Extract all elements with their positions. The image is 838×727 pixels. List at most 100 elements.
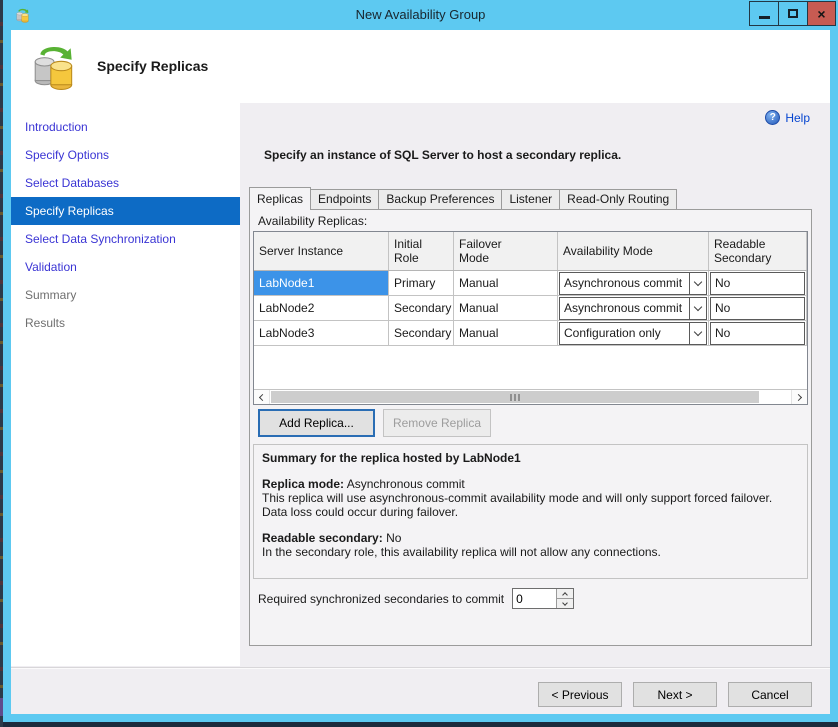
readable-secondary-dropdown[interactable]: No	[710, 272, 805, 295]
readable-secondary-dropdown[interactable]: No	[710, 297, 805, 320]
availability-group-icon	[30, 37, 80, 95]
cell-failover-mode[interactable]: Manual	[454, 271, 558, 295]
sidebar-item-select-databases[interactable]: Select Databases	[11, 169, 240, 197]
replica-mode-label: Replica mode:	[262, 477, 344, 491]
chevron-right-icon	[795, 393, 802, 400]
wizard-steps-sidebar: Introduction Specify Options Select Data…	[11, 103, 240, 666]
chevron-down-icon	[689, 273, 706, 294]
table-row: LabNode3 Secondary Manual Configuration …	[254, 321, 807, 346]
replica-mode-description: This replica will use asynchronous-commi…	[262, 491, 799, 519]
sidebar-item-specify-replicas[interactable]: Specify Replicas	[11, 197, 240, 225]
spinner-up-button[interactable]	[557, 589, 573, 599]
scrollbar-thumb[interactable]	[271, 391, 759, 403]
cell-availability-mode: Configuration only	[558, 321, 709, 345]
footer-buttons: < Previous Next > Cancel	[538, 682, 812, 707]
tab-listener[interactable]: Listener	[501, 189, 560, 209]
close-button[interactable]: ×	[807, 1, 836, 26]
titlebar: New Availability Group ×	[3, 0, 838, 30]
minimize-icon	[759, 16, 770, 19]
instruction-text: Specify an instance of SQL Server to hos…	[264, 148, 621, 162]
column-header-readable-secondary[interactable]: Readable Secondary	[709, 232, 807, 270]
cell-availability-mode: Asynchronous commit	[558, 271, 709, 295]
spinner-down-button[interactable]	[557, 599, 573, 608]
chevron-up-icon	[562, 592, 568, 598]
footer: < Previous Next > Cancel	[11, 667, 830, 714]
readable-secondary-dropdown[interactable]: No	[710, 322, 805, 345]
readable-secondary-value: No	[386, 531, 401, 545]
tabstrip: Replicas Endpoints Backup Preferences Li…	[249, 186, 676, 209]
cell-server-instance[interactable]: LabNode2	[254, 296, 389, 320]
availability-mode-dropdown[interactable]: Asynchronous commit	[559, 272, 707, 295]
help-icon: ?	[765, 110, 780, 125]
remove-replica-button: Remove Replica	[383, 409, 491, 437]
cell-server-instance[interactable]: LabNode1	[254, 271, 389, 295]
table-row: LabNode2 Secondary Manual Asynchronous c…	[254, 296, 807, 321]
cell-failover-mode[interactable]: Manual	[454, 296, 558, 320]
column-header-failover-mode[interactable]: Failover Mode	[454, 232, 558, 270]
cell-readable-secondary: No	[709, 296, 807, 320]
replica-buttons-row: Add Replica... Remove Replica	[258, 409, 491, 437]
chevron-left-icon	[259, 393, 266, 400]
tab-backup-preferences[interactable]: Backup Preferences	[378, 189, 502, 209]
cell-initial-role[interactable]: Secondary	[389, 296, 454, 320]
sidebar-item-results: Results	[11, 309, 240, 337]
banner: Specify Replicas	[11, 30, 830, 103]
quorum-row: Required synchronized secondaries to com…	[258, 588, 574, 609]
readable-secondary-line: Readable secondary: No	[262, 531, 799, 545]
sidebar-item-select-data-synchronization[interactable]: Select Data Synchronization	[11, 225, 240, 253]
maximize-button[interactable]	[778, 1, 808, 26]
replica-mode-line: Replica mode: Asynchronous commit	[262, 477, 799, 491]
help-link[interactable]: ? Help	[765, 110, 810, 125]
chevron-down-icon	[689, 298, 706, 319]
add-replica-button[interactable]: Add Replica...	[258, 409, 375, 437]
window-controls: ×	[750, 1, 836, 26]
previous-button[interactable]: < Previous	[538, 682, 622, 707]
cell-initial-role[interactable]: Primary	[389, 271, 454, 295]
window-title: New Availability Group	[3, 0, 838, 30]
sidebar-item-introduction[interactable]: Introduction	[11, 113, 240, 141]
horizontal-scrollbar[interactable]	[254, 389, 807, 404]
chevron-down-icon	[562, 600, 568, 606]
scroll-right-button[interactable]	[791, 390, 807, 404]
chevron-down-icon	[689, 323, 706, 344]
tab-replicas[interactable]: Replicas	[249, 187, 311, 210]
grid-label: Availability Replicas:	[258, 214, 367, 228]
summary-title: Summary for the replica hosted by LabNod…	[262, 451, 799, 465]
screen: New Availability Group × Specify	[0, 0, 838, 727]
readable-secondary-label: Readable secondary:	[262, 531, 383, 545]
cancel-button[interactable]: Cancel	[728, 682, 812, 707]
cell-readable-secondary: No	[709, 321, 807, 345]
sidebar-item-summary: Summary	[11, 281, 240, 309]
page-title: Specify Replicas	[97, 58, 208, 74]
close-icon: ×	[817, 7, 825, 21]
next-button[interactable]: Next >	[633, 682, 717, 707]
sidebar-item-validation[interactable]: Validation	[11, 253, 240, 281]
column-header-initial-role[interactable]: Initial Role	[389, 232, 454, 270]
scroll-left-button[interactable]	[254, 390, 270, 404]
window-body: Specify Replicas Introduction Specify Op…	[11, 30, 830, 714]
minimize-button[interactable]	[749, 1, 779, 26]
maximize-icon	[788, 9, 798, 18]
grid-header-row: Server Instance Initial Role Failover Mo…	[254, 232, 807, 271]
content-panel: ? Help Specify an instance of SQL Server…	[240, 103, 830, 666]
quorum-input[interactable]	[513, 589, 556, 608]
readable-secondary-description: In the secondary role, this availability…	[262, 545, 799, 559]
sidebar-item-specify-options[interactable]: Specify Options	[11, 141, 240, 169]
wizard-window: New Availability Group × Specify	[3, 0, 838, 722]
cell-failover-mode[interactable]: Manual	[454, 321, 558, 345]
column-header-server-instance[interactable]: Server Instance	[254, 232, 389, 270]
availability-mode-dropdown[interactable]: Asynchronous commit	[559, 297, 707, 320]
grid-empty-area	[254, 346, 807, 391]
quorum-spinner	[512, 588, 574, 609]
availability-mode-dropdown[interactable]: Configuration only	[559, 322, 707, 345]
quorum-label: Required synchronized secondaries to com…	[258, 592, 504, 606]
cell-readable-secondary: No	[709, 271, 807, 295]
scrollbar-track[interactable]	[270, 390, 791, 404]
cell-initial-role[interactable]: Secondary	[389, 321, 454, 345]
replica-mode-value: Asynchronous commit	[347, 477, 465, 491]
cell-server-instance[interactable]: LabNode3	[254, 321, 389, 345]
column-header-availability-mode[interactable]: Availability Mode	[558, 232, 709, 270]
tab-read-only-routing[interactable]: Read-Only Routing	[559, 189, 677, 209]
replica-summary-groupbox: Summary for the replica hosted by LabNod…	[253, 444, 808, 579]
tab-endpoints[interactable]: Endpoints	[310, 189, 379, 209]
